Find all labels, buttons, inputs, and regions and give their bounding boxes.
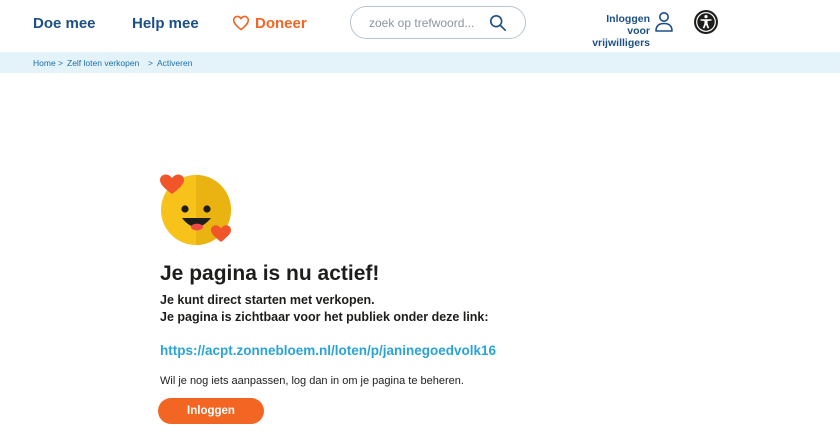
breadcrumb-zelf-loten[interactable]: Zelf loten verkopen (67, 58, 139, 68)
login-label-line1: Inloggen voor (606, 13, 650, 37)
intro-line-2: Je pagina is zichtbaar voor het publiek … (160, 310, 489, 324)
top-navigation: Doe mee Help mee Doneer zoek op trefwoor… (0, 0, 840, 49)
login-button[interactable]: Inloggen (158, 398, 264, 424)
login-label-line2: vrijwilligers (592, 37, 650, 49)
breadcrumb-separator: > (148, 58, 153, 68)
search-icon[interactable] (489, 14, 507, 32)
breadcrumb-home[interactable]: Home (33, 58, 56, 68)
search-box[interactable]: zoek op trefwoord... (350, 6, 526, 39)
breadcrumb-activeren: Activeren (157, 58, 193, 68)
breadcrumb-separator: > (58, 58, 63, 68)
breadcrumb: Home > Zelf loten verkopen > Activeren (0, 52, 840, 73)
smiley-icon (160, 174, 231, 245)
intro-line-1: Je kunt direct starten met verkopen. (160, 293, 375, 307)
login-note: Wil je nog iets aanpassen, log dan in om… (160, 375, 464, 387)
accessibility-icon (696, 12, 716, 32)
public-page-link[interactable]: https://acpt.zonnebloem.nl/loten/p/janin… (160, 343, 496, 358)
nav-help-mee[interactable]: Help mee (132, 15, 199, 32)
nav-doe-mee[interactable]: Doe mee (33, 15, 96, 32)
user-icon[interactable] (654, 11, 674, 33)
page-title: Je pagina is nu actief! (160, 262, 380, 285)
heart-outline-icon[interactable] (232, 15, 250, 31)
accessibility-button[interactable] (694, 10, 718, 34)
volunteer-login-link[interactable]: Inloggen voor vrijwilligers (584, 13, 650, 49)
search-input[interactable]: zoek op trefwoord... (369, 16, 474, 30)
nav-doneer[interactable]: Doneer (255, 15, 307, 32)
